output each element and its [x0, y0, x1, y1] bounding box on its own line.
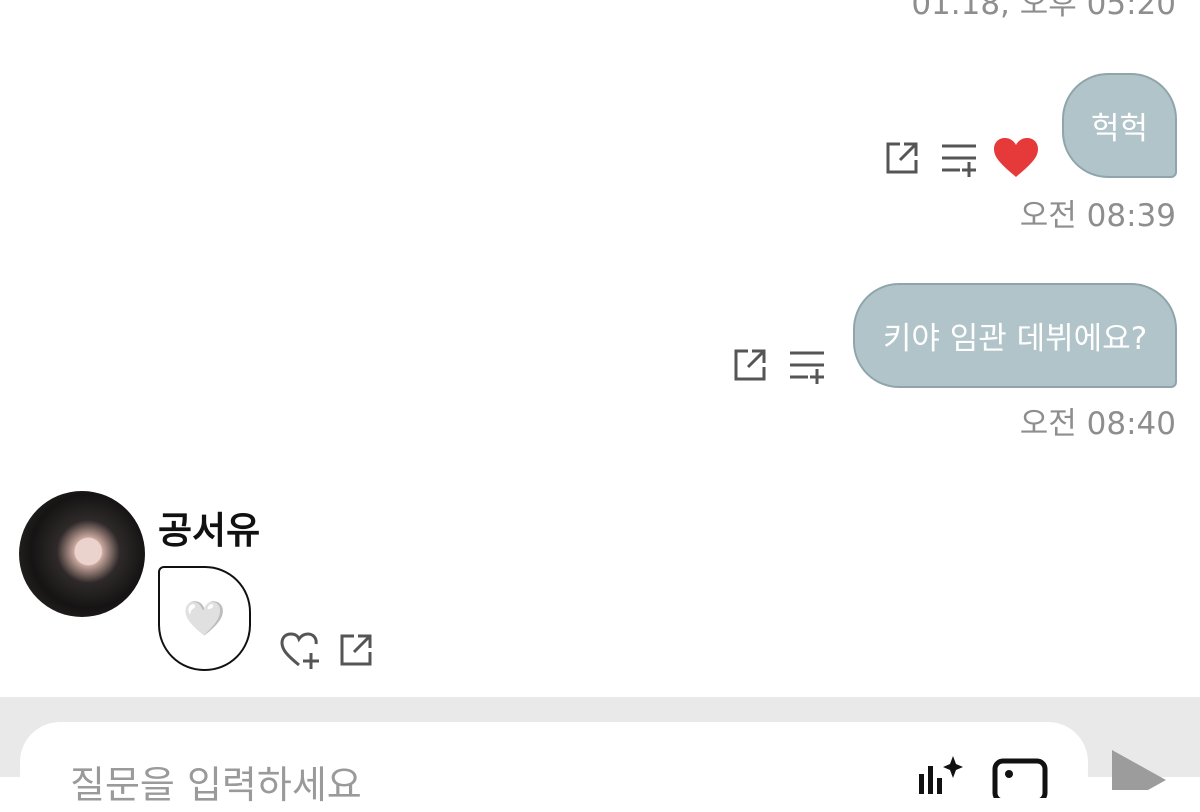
send-icon[interactable]: [1108, 750, 1168, 790]
share-icon[interactable]: [732, 347, 768, 383]
share-icon[interactable]: [338, 632, 374, 668]
heart-reaction-icon[interactable]: [992, 137, 1040, 179]
message-input[interactable]: 질문을 입력하세요: [20, 722, 1088, 812]
message-timestamp-top: 01.18, 오후 05:20: [911, 0, 1176, 22]
input-placeholder: 질문을 입력하세요: [70, 763, 362, 807]
add-to-list-icon[interactable]: [940, 140, 978, 178]
image-icon[interactable]: [992, 758, 1048, 798]
message-timestamp: 오전 08:40: [1019, 406, 1176, 442]
sender-name: 공서유: [158, 509, 261, 552]
avatar[interactable]: [19, 491, 145, 617]
outgoing-message-bubble[interactable]: 헉헉: [1062, 73, 1177, 178]
share-icon[interactable]: [884, 140, 920, 176]
outgoing-message-bubble[interactable]: 키야 임관 데뷔에요?: [853, 283, 1177, 388]
message-emoji: 🤍: [183, 598, 226, 639]
heart-add-icon[interactable]: [279, 631, 321, 671]
message-timestamp: 오전 08:39: [1019, 198, 1176, 234]
incoming-message-bubble[interactable]: 🤍: [158, 566, 251, 671]
add-to-list-icon[interactable]: [788, 347, 826, 385]
voice-sparkle-icon[interactable]: [915, 754, 963, 794]
